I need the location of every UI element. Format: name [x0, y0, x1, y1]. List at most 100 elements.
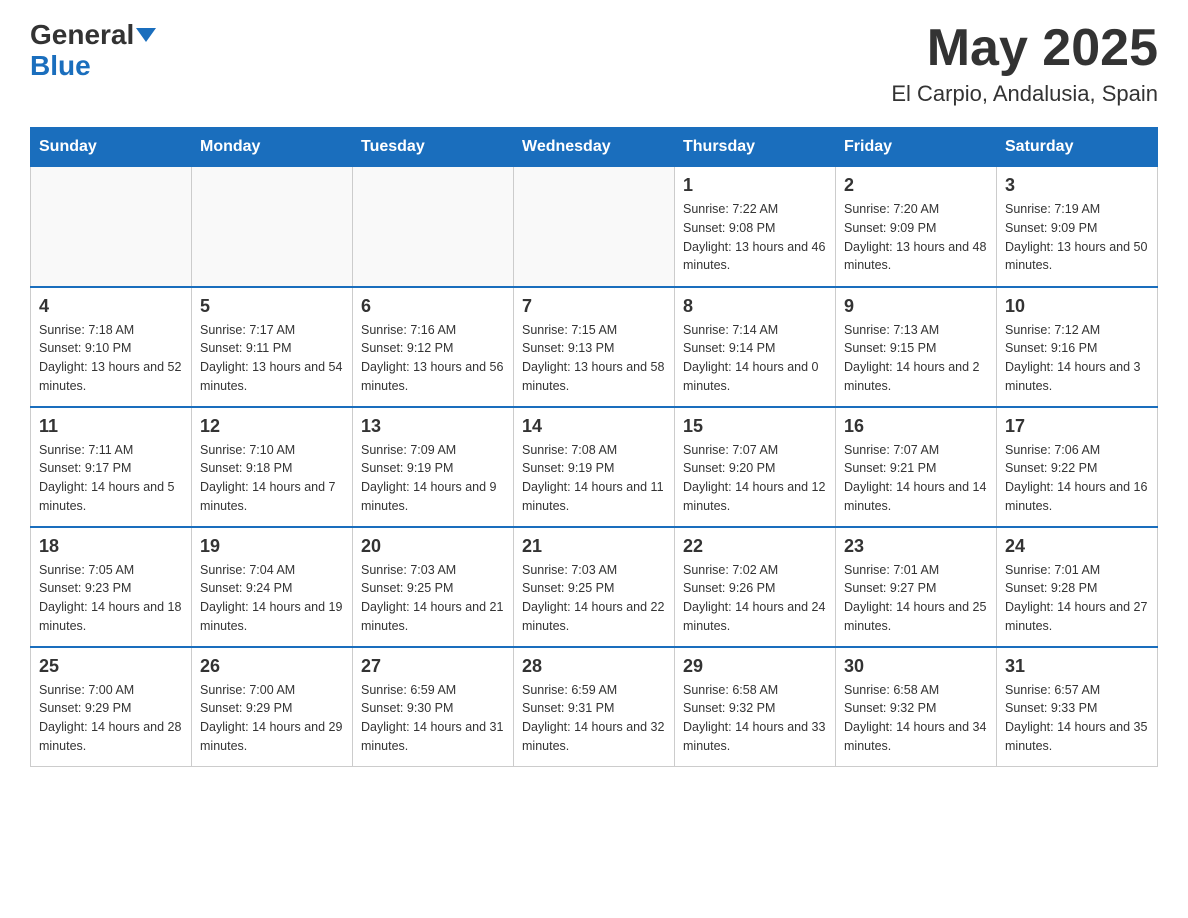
day-info: Sunrise: 7:07 AM Sunset: 9:21 PM Dayligh…: [844, 441, 988, 516]
day-number: 3: [1005, 175, 1149, 196]
day-number: 19: [200, 536, 344, 557]
header-monday: Monday: [192, 128, 353, 167]
week-row-5: 25Sunrise: 7:00 AM Sunset: 9:29 PM Dayli…: [31, 647, 1158, 767]
day-number: 17: [1005, 416, 1149, 437]
header-thursday: Thursday: [675, 128, 836, 167]
calendar-cell: 3 Sunrise: 7:19 AM Sunset: 9:09 PM Daylig…: [997, 167, 1158, 287]
header-friday: Friday: [836, 128, 997, 167]
day-number: 27: [361, 656, 505, 677]
calendar-cell: [514, 167, 675, 287]
day-info: Sunrise: 7:00 AM Sunset: 9:29 PM Dayligh…: [200, 681, 344, 756]
day-info: Sunrise: 7:12 AM Sunset: 9:16 PM Dayligh…: [1005, 321, 1149, 396]
day-number: 1: [683, 175, 827, 196]
day-info: Sunrise: 7:07 AM Sunset: 9:20 PM Dayligh…: [683, 441, 827, 516]
calendar-cell: 14 Sunrise: 7:08 AM Sunset: 9:19 PM Dayli…: [514, 407, 675, 527]
logo-text: GeneralBlue: [30, 20, 156, 82]
day-info: Sunrise: 6:59 AM Sunset: 9:31 PM Dayligh…: [522, 681, 666, 756]
day-info: Sunrise: 7:04 AM Sunset: 9:24 PM Dayligh…: [200, 561, 344, 636]
month-title: May 2025: [891, 20, 1158, 77]
day-number: 13: [361, 416, 505, 437]
calendar-cell: 18 Sunrise: 7:05 AM Sunset: 9:23 PM Dayli…: [31, 527, 192, 647]
day-info: Sunrise: 7:18 AM Sunset: 9:10 PM Dayligh…: [39, 321, 183, 396]
day-info: Sunrise: 7:05 AM Sunset: 9:23 PM Dayligh…: [39, 561, 183, 636]
day-number: 4: [39, 296, 183, 317]
title-area: May 2025 El Carpio, Andalusia, Spain: [891, 20, 1158, 107]
calendar-cell: 5Sunrise: 7:17 AM Sunset: 9:11 PM Daylig…: [192, 287, 353, 407]
week-row-2: 4 Sunrise: 7:18 AM Sunset: 9:10 PM Daylig…: [31, 287, 1158, 407]
day-info: Sunrise: 7:00 AM Sunset: 9:29 PM Dayligh…: [39, 681, 183, 756]
day-info: Sunrise: 7:20 AM Sunset: 9:09 PM Dayligh…: [844, 200, 988, 275]
day-number: 18: [39, 536, 183, 557]
calendar-cell: 23Sunrise: 7:01 AM Sunset: 9:27 PM Dayli…: [836, 527, 997, 647]
day-number: 24: [1005, 536, 1149, 557]
day-info: Sunrise: 7:13 AM Sunset: 9:15 PM Dayligh…: [844, 321, 988, 396]
header-sunday: Sunday: [31, 128, 192, 167]
day-info: Sunrise: 6:59 AM Sunset: 9:30 PM Dayligh…: [361, 681, 505, 756]
day-info: Sunrise: 7:03 AM Sunset: 9:25 PM Dayligh…: [522, 561, 666, 636]
calendar-cell: 2 Sunrise: 7:20 AM Sunset: 9:09 PM Daylig…: [836, 167, 997, 287]
day-number: 2: [844, 175, 988, 196]
day-info: Sunrise: 7:09 AM Sunset: 9:19 PM Dayligh…: [361, 441, 505, 516]
day-info: Sunrise: 7:10 AM Sunset: 9:18 PM Dayligh…: [200, 441, 344, 516]
day-info: Sunrise: 7:02 AM Sunset: 9:26 PM Dayligh…: [683, 561, 827, 636]
week-row-3: 11 Sunrise: 7:11 AM Sunset: 9:17 PM Dayli…: [31, 407, 1158, 527]
day-info: Sunrise: 7:16 AM Sunset: 9:12 PM Dayligh…: [361, 321, 505, 396]
calendar-cell: 19 Sunrise: 7:04 AM Sunset: 9:24 PM Dayli…: [192, 527, 353, 647]
calendar-cell: 31 Sunrise: 6:57 AM Sunset: 9:33 PM Dayli…: [997, 647, 1158, 767]
logo-blue: Blue: [30, 50, 91, 81]
day-number: 31: [1005, 656, 1149, 677]
day-number: 29: [683, 656, 827, 677]
calendar-cell: 21 Sunrise: 7:03 AM Sunset: 9:25 PM Dayli…: [514, 527, 675, 647]
day-info: Sunrise: 6:58 AM Sunset: 9:32 PM Dayligh…: [844, 681, 988, 756]
calendar-cell: [192, 167, 353, 287]
calendar-header: SundayMondayTuesdayWednesdayThursdayFrid…: [31, 128, 1158, 167]
day-info: Sunrise: 7:11 AM Sunset: 9:17 PM Dayligh…: [39, 441, 183, 516]
day-number: 15: [683, 416, 827, 437]
header-saturday: Saturday: [997, 128, 1158, 167]
header-row: SundayMondayTuesdayWednesdayThursdayFrid…: [31, 128, 1158, 167]
day-info: Sunrise: 7:01 AM Sunset: 9:28 PM Dayligh…: [1005, 561, 1149, 636]
calendar-cell: [353, 167, 514, 287]
day-number: 30: [844, 656, 988, 677]
calendar-cell: 25Sunrise: 7:00 AM Sunset: 9:29 PM Dayli…: [31, 647, 192, 767]
calendar-cell: 16 Sunrise: 7:07 AM Sunset: 9:21 PM Dayli…: [836, 407, 997, 527]
page-header: GeneralBlue May 2025 El Carpio, Andalusi…: [30, 20, 1158, 107]
day-number: 7: [522, 296, 666, 317]
day-number: 9: [844, 296, 988, 317]
day-info: Sunrise: 7:03 AM Sunset: 9:25 PM Dayligh…: [361, 561, 505, 636]
day-info: Sunrise: 6:57 AM Sunset: 9:33 PM Dayligh…: [1005, 681, 1149, 756]
calendar-cell: 6 Sunrise: 7:16 AM Sunset: 9:12 PM Daylig…: [353, 287, 514, 407]
day-info: Sunrise: 7:15 AM Sunset: 9:13 PM Dayligh…: [522, 321, 666, 396]
calendar-cell: 4 Sunrise: 7:18 AM Sunset: 9:10 PM Daylig…: [31, 287, 192, 407]
day-number: 8: [683, 296, 827, 317]
calendar-cell: [31, 167, 192, 287]
day-number: 16: [844, 416, 988, 437]
calendar-cell: 22 Sunrise: 7:02 AM Sunset: 9:26 PM Dayli…: [675, 527, 836, 647]
day-info: Sunrise: 7:14 AM Sunset: 9:14 PM Dayligh…: [683, 321, 827, 396]
header-wednesday: Wednesday: [514, 128, 675, 167]
day-number: 6: [361, 296, 505, 317]
calendar-cell: 30 Sunrise: 6:58 AM Sunset: 9:32 PM Dayli…: [836, 647, 997, 767]
day-info: Sunrise: 7:06 AM Sunset: 9:22 PM Dayligh…: [1005, 441, 1149, 516]
day-number: 14: [522, 416, 666, 437]
day-number: 21: [522, 536, 666, 557]
day-info: Sunrise: 7:19 AM Sunset: 9:09 PM Dayligh…: [1005, 200, 1149, 275]
calendar-cell: 9 Sunrise: 7:13 AM Sunset: 9:15 PM Daylig…: [836, 287, 997, 407]
calendar-cell: 12Sunrise: 7:10 AM Sunset: 9:18 PM Dayli…: [192, 407, 353, 527]
day-number: 20: [361, 536, 505, 557]
day-info: Sunrise: 7:22 AM Sunset: 9:08 PM Dayligh…: [683, 200, 827, 275]
day-info: Sunrise: 7:08 AM Sunset: 9:19 PM Dayligh…: [522, 441, 666, 516]
calendar-body: 1 Sunrise: 7:22 AM Sunset: 9:08 PM Daylig…: [31, 167, 1158, 767]
location-title: El Carpio, Andalusia, Spain: [891, 81, 1158, 107]
day-number: 11: [39, 416, 183, 437]
logo-triangle-icon: [136, 28, 156, 42]
calendar-cell: 17 Sunrise: 7:06 AM Sunset: 9:22 PM Dayli…: [997, 407, 1158, 527]
day-number: 23: [844, 536, 988, 557]
day-number: 22: [683, 536, 827, 557]
day-number: 26: [200, 656, 344, 677]
day-number: 28: [522, 656, 666, 677]
calendar-cell: 27 Sunrise: 6:59 AM Sunset: 9:30 PM Dayli…: [353, 647, 514, 767]
week-row-4: 18 Sunrise: 7:05 AM Sunset: 9:23 PM Dayli…: [31, 527, 1158, 647]
calendar-cell: 11 Sunrise: 7:11 AM Sunset: 9:17 PM Dayli…: [31, 407, 192, 527]
calendar-cell: 8 Sunrise: 7:14 AM Sunset: 9:14 PM Daylig…: [675, 287, 836, 407]
